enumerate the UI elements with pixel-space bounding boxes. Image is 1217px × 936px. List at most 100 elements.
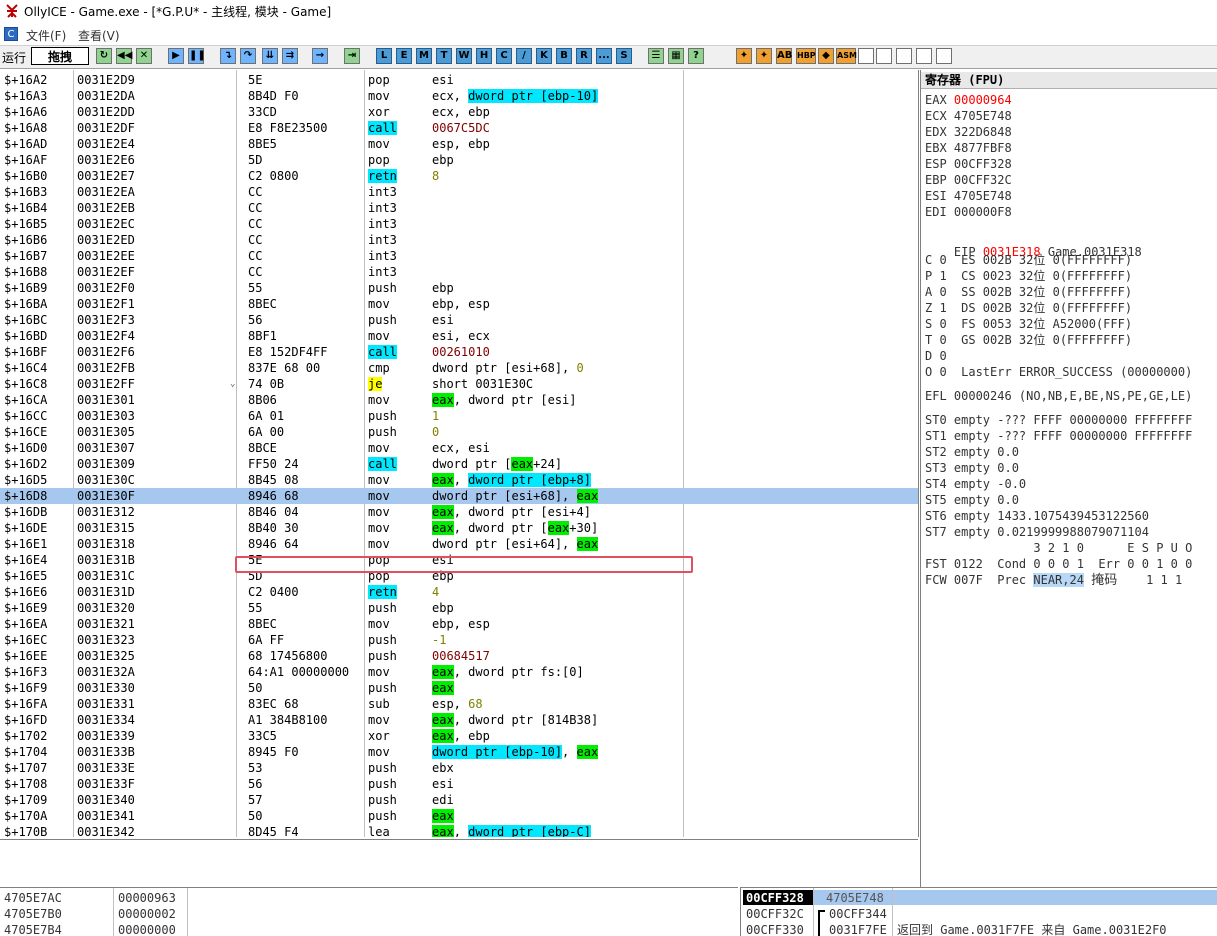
register-eax[interactable]: EAX 00000964 <box>925 92 1012 108</box>
disasm-row[interactable]: $+16B4 0031E2EB CC int3 <box>0 200 918 216</box>
options-icon[interactable]: ▦ <box>668 48 684 64</box>
disasm-row[interactable]: $+16CE 0031E305 6A 00 push 0 <box>0 424 918 440</box>
disasm-row[interactable]: $+16AF 0031E2E6 5D pop ebp <box>0 152 918 168</box>
disassembly-pane[interactable]: $+16A2 0031E2D9 5E pop esi $+16A3 0031E2DA 8B4D… <box>0 70 919 837</box>
trace-over-icon[interactable]: ⇉ <box>282 48 298 64</box>
plugin-c-icon[interactable]: ◆ <box>818 48 834 64</box>
menu-file[interactable]: 文件(F) <box>26 27 66 44</box>
blank-button-4[interactable] <box>916 48 932 64</box>
assembler-button[interactable]: ASM <box>836 48 857 64</box>
threads-window-button[interactable]: T <box>436 48 452 64</box>
plugin-b-icon[interactable]: ✦ <box>756 48 772 64</box>
register-edi[interactable]: EDI 000000F8 <box>925 204 1012 220</box>
handles-window-button[interactable]: H <box>476 48 492 64</box>
flag-line[interactable]: C 0 ES 002B 32位 0(FFFFFFFF) <box>925 252 1132 268</box>
stack-value[interactable]: 0031F7FE <box>829 922 887 936</box>
disasm-row[interactable]: $+16B8 0031E2EF CC int3 <box>0 264 918 280</box>
flag-line[interactable]: O 0 LastErr ERROR_SUCCESS (00000000) <box>925 364 1192 380</box>
disasm-row[interactable]: $+16DB 0031E312 8B46 04 mov eax, dword ptr [… <box>0 504 918 520</box>
disasm-row[interactable]: $+16D2 0031E309 FF50 24 call dword ptr [eax+… <box>0 456 918 472</box>
register-ebx[interactable]: EBX 4877FBF8 <box>925 140 1012 156</box>
disasm-row[interactable]: $+16BD 0031E2F4 8BF1 mov esi, ecx <box>0 328 918 344</box>
menu-view[interactable]: 查看(V) <box>78 27 120 44</box>
help-icon[interactable]: ? <box>688 48 704 64</box>
fst-line[interactable]: FST 0122 Cond 0 0 0 1 Err 0 0 1 0 0 <box>925 556 1192 572</box>
disasm-row[interactable]: $+16BC 0031E2F3 56 push esi <box>0 312 918 328</box>
disasm-row[interactable]: $+16B7 0031E2EE CC int3 <box>0 248 918 264</box>
disasm-row[interactable]: $+16FD 0031E334 A1 384B8100 mov eax, dword p… <box>0 712 918 728</box>
disasm-row[interactable]: $+16EC 0031E323 6A FF push -1 <box>0 632 918 648</box>
disasm-row[interactable]: $+16B9 0031E2F0 55 push ebp <box>0 280 918 296</box>
register-eip[interactable]: EIP 0031E318 Game.0031E318 <box>925 228 1142 259</box>
fpu-register[interactable]: ST5 empty 0.0 <box>925 492 1019 508</box>
stack-value[interactable]: 00CFF344 <box>829 906 887 922</box>
dump-value[interactable]: 00000000 <box>118 922 176 936</box>
stack-address[interactable]: 00CFF330 <box>746 922 804 936</box>
blank-button-3[interactable] <box>896 48 912 64</box>
disasm-row[interactable]: $+16E9 0031E320 55 push ebp <box>0 600 918 616</box>
log-window-button[interactable]: L <box>376 48 392 64</box>
disasm-row[interactable]: $+16A6 0031E2DD 33CD xor ecx, ebp <box>0 104 918 120</box>
rewind-icon[interactable]: ◀◀ <box>116 48 132 64</box>
open-icon[interactable]: ↻ <box>96 48 112 64</box>
goto-icon[interactable]: ⇥ <box>344 48 360 64</box>
disasm-row[interactable]: $+16DE 0031E315 8B40 30 mov eax, dword ptr [… <box>0 520 918 536</box>
register-esp[interactable]: ESP 00CFF328 <box>925 156 1012 172</box>
fpu-register[interactable]: ST6 empty 1433.1075439453122560 <box>925 508 1149 524</box>
flag-line[interactable]: S 0 FS 0053 32位 A52000(FFF) <box>925 316 1132 332</box>
disasm-row[interactable]: $+16BA 0031E2F1 8BEC mov ebp, esp <box>0 296 918 312</box>
flag-line[interactable]: Z 1 DS 002B 32位 0(FFFFFFFF) <box>925 300 1132 316</box>
fpu-register[interactable]: ST2 empty 0.0 <box>925 444 1019 460</box>
disasm-row[interactable]: $+16CA 0031E301 8B06 mov eax, dword ptr [esi… <box>0 392 918 408</box>
register-ecx[interactable]: ECX 4705E748 <box>925 108 1012 124</box>
memory-dump-pane[interactable]: 4705E7AC 00000963 4705E7B0 00000002 4705E7B4… <box>0 887 738 936</box>
register-esi[interactable]: ESI 4705E748 <box>925 188 1012 204</box>
disasm-row[interactable]: $+1708 0031E33F 56 push esi <box>0 776 918 792</box>
run-trace-window-button[interactable]: ... <box>596 48 612 64</box>
disasm-row[interactable]: $+170B 0031E342 8D45 F4 lea eax, dword ptr [… <box>0 824 918 837</box>
fpu-register[interactable]: ST3 empty 0.0 <box>925 460 1019 476</box>
windows-window-button[interactable]: W <box>456 48 472 64</box>
source-window-button[interactable]: S <box>616 48 632 64</box>
disasm-row[interactable]: $+16EE 0031E325 68 17456800 push 00684517 <box>0 648 918 664</box>
registers-pane[interactable]: 寄存器 (FPU) EAX 00000964 ECX 4705E748 EDX 32… <box>920 70 1217 887</box>
disasm-row[interactable]: $+16BF 0031E2F6 E8 152DF4FF call 00261010 <box>0 344 918 360</box>
disasm-row[interactable]: $+16D0 0031E307 8BCE mov ecx, esi <box>0 440 918 456</box>
close-icon[interactable]: ✕ <box>136 48 152 64</box>
stack-value[interactable]: 4705E748 <box>826 890 884 906</box>
disasm-row[interactable]: $+1707 0031E33E 53 push ebx <box>0 760 918 776</box>
register-ebp[interactable]: EBP 00CFF32C <box>925 172 1012 188</box>
disasm-row[interactable]: $+16A3 0031E2DA 8B4D F0 mov ecx, dword ptr [… <box>0 88 918 104</box>
dump-address[interactable]: 4705E7B4 <box>4 922 62 936</box>
app-menu-icon[interactable]: C <box>4 27 18 41</box>
flag-line[interactable]: D 0 <box>925 348 947 364</box>
disasm-row[interactable]: $+16C8 0031E2FF ⌄ 74 0B je short 0031E30C <box>0 376 918 392</box>
run-icon[interactable]: ▶ <box>168 48 184 64</box>
blank-button-1[interactable] <box>858 48 874 64</box>
modules-window-button[interactable]: E <box>396 48 412 64</box>
callstack-window-button[interactable]: K <box>536 48 552 64</box>
dump-address[interactable]: 4705E7B0 <box>4 906 62 922</box>
disasm-row[interactable]: $+16C4 0031E2FB 837E 68 00 cmp dword ptr [es… <box>0 360 918 376</box>
disasm-row[interactable]: $+16CC 0031E303 6A 01 push 1 <box>0 408 918 424</box>
drag-button[interactable]: 拖拽 <box>31 47 89 65</box>
references-window-button[interactable]: R <box>576 48 592 64</box>
disasm-row[interactable]: $+16A2 0031E2D9 5E pop esi <box>0 72 918 88</box>
disasm-row[interactable]: $+16B0 0031E2E7 C2 0800 retn 8 <box>0 168 918 184</box>
patches-window-button[interactable]: / <box>516 48 532 64</box>
flag-line[interactable]: P 1 CS 0023 32位 0(FFFFFFFF) <box>925 268 1132 284</box>
cpu-window-button[interactable]: C <box>496 48 512 64</box>
disasm-row[interactable]: $+1704 0031E33B 8945 F0 mov dword ptr [ebp-1… <box>0 744 918 760</box>
disasm-row[interactable]: $+16A8 0031E2DF E8 F8E23500 call 0067C5DC <box>0 120 918 136</box>
dump-value[interactable]: 00000963 <box>118 890 176 906</box>
blank-button-2[interactable] <box>876 48 892 64</box>
hardware-breakpoint-button[interactable]: HBP <box>796 48 816 64</box>
disasm-row[interactable]: $+16B3 0031E2EA CC int3 <box>0 184 918 200</box>
flag-line[interactable]: A 0 SS 002B 32位 0(FFFFFFFF) <box>925 284 1132 300</box>
disasm-row[interactable]: $+170A 0031E341 50 push eax <box>0 808 918 824</box>
disasm-row[interactable]: $+1709 0031E340 57 push edi <box>0 792 918 808</box>
register-edx[interactable]: EDX 322D6848 <box>925 124 1012 140</box>
fpu-register[interactable]: ST1 empty -??? FFFF 00000000 FFFFFFFF <box>925 428 1192 444</box>
dump-value[interactable]: 00000002 <box>118 906 176 922</box>
disasm-row[interactable]: $+16D5 0031E30C 8B45 08 mov eax, dword ptr [… <box>0 472 918 488</box>
